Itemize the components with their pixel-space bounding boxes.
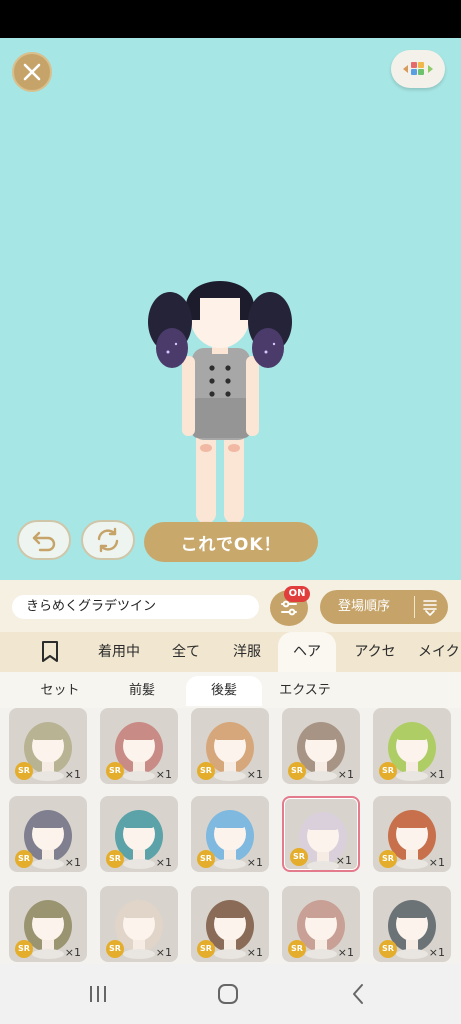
confirm-outfit-button[interactable]: これでOK！: [144, 522, 318, 562]
close-button[interactable]: [12, 52, 52, 92]
hair-item-card[interactable]: SR ×1: [191, 886, 269, 962]
item-quantity: ×1: [155, 856, 172, 869]
hair-item-card[interactable]: SR ×1: [100, 886, 178, 962]
rotate-button[interactable]: [81, 520, 135, 560]
rarity-badge: SR: [290, 848, 308, 866]
rarity-badge: SR: [288, 762, 306, 780]
sort-label: 登場順序: [338, 599, 391, 614]
rarity-badge: SR: [379, 850, 397, 868]
recent-apps-button[interactable]: [78, 980, 118, 1008]
category-tabs: 着用中 全て 洋服 ヘア アクセ メイク: [0, 632, 461, 672]
rarity-badge: SR: [197, 850, 215, 868]
item-quantity: ×1: [428, 946, 445, 959]
item-quantity: ×1: [64, 946, 81, 959]
subtab-bangs[interactable]: 前髪: [106, 676, 178, 706]
rarity-badge: SR: [197, 940, 215, 958]
tab-bookmark[interactable]: [30, 632, 70, 672]
avatar-character: [148, 281, 292, 531]
hair-item-card[interactable]: SR ×1: [373, 886, 451, 962]
hair-item-card[interactable]: SR ×1: [373, 796, 451, 872]
hair-item-card[interactable]: SR ×1: [9, 796, 87, 872]
filter-on-badge: ON: [284, 586, 310, 602]
back-button[interactable]: [338, 980, 378, 1008]
home-icon: [218, 984, 238, 1004]
back-icon: [353, 984, 363, 1004]
palette-button[interactable]: [391, 50, 445, 88]
item-quantity: ×1: [337, 768, 354, 781]
tab-clothes[interactable]: 洋服: [222, 632, 272, 672]
hair-item-card[interactable]: SR ×1: [282, 796, 360, 872]
system-nav-bar: [0, 964, 461, 1024]
hair-item-card[interactable]: SR ×1: [9, 886, 87, 962]
rarity-badge: SR: [288, 940, 306, 958]
sort-icon: [423, 600, 437, 616]
hair-item-card[interactable]: SR ×1: [191, 708, 269, 784]
sort-divider: [414, 596, 415, 618]
item-quantity: ×1: [64, 768, 81, 781]
rarity-badge: SR: [15, 762, 33, 780]
hair-item-card[interactable]: SR ×1: [282, 708, 360, 784]
recent-apps-icon: [90, 986, 106, 1002]
tab-makeup[interactable]: メイク: [418, 632, 461, 672]
item-quantity: ×1: [64, 856, 81, 869]
item-grid: SR ×1 SR ×1 SR ×1 SR ×1 SR ×1 SR ×1 SR ×1 SR ×1 SR ×1 SR ×1…: [0, 708, 461, 964]
hair-item-card[interactable]: SR ×1: [100, 796, 178, 872]
item-name-field[interactable]: きらめくグラデツイン: [12, 595, 259, 619]
rarity-badge: SR: [106, 850, 124, 868]
item-quantity: ×1: [428, 856, 445, 869]
rarity-badge: SR: [15, 850, 33, 868]
tab-wearing[interactable]: 着用中: [88, 632, 150, 672]
hair-item-card[interactable]: SR ×1: [282, 886, 360, 962]
tab-accessory[interactable]: アクセ: [344, 632, 406, 672]
palette-icon: [403, 62, 433, 75]
sort-button[interactable]: 登場順序: [320, 590, 448, 624]
hair-item-card[interactable]: SR ×1: [100, 708, 178, 784]
subtab-back-hair[interactable]: 後髪: [186, 676, 262, 706]
bookmark-icon: [42, 641, 58, 662]
item-quantity: ×1: [335, 854, 352, 867]
rarity-badge: SR: [106, 940, 124, 958]
rarity-badge: SR: [197, 762, 215, 780]
item-quantity: ×1: [246, 856, 263, 869]
rarity-badge: SR: [106, 762, 124, 780]
tab-all[interactable]: 全て: [162, 632, 210, 672]
undo-icon: [32, 531, 56, 552]
rarity-badge: SR: [15, 940, 33, 958]
home-button[interactable]: [208, 980, 248, 1008]
item-quantity: ×1: [428, 768, 445, 781]
status-bar: [0, 0, 461, 38]
item-quantity: ×1: [246, 946, 263, 959]
rarity-badge: SR: [379, 940, 397, 958]
close-icon: [23, 63, 41, 81]
subtab-extension[interactable]: エクステ: [268, 676, 342, 706]
hair-subtabs: セット 前髪 後髪 エクステ: [0, 672, 461, 708]
item-toolbar: きらめくグラデツイン ON 登場順序: [0, 580, 461, 632]
undo-button[interactable]: [17, 520, 71, 560]
item-quantity: ×1: [246, 768, 263, 781]
hair-item-card[interactable]: SR ×1: [191, 796, 269, 872]
subtab-set[interactable]: セット: [14, 676, 106, 706]
rarity-badge: SR: [379, 762, 397, 780]
rotate-icon: [97, 527, 119, 553]
item-quantity: ×1: [155, 946, 172, 959]
item-quantity: ×1: [155, 768, 172, 781]
item-quantity: ×1: [337, 946, 354, 959]
hair-item-card[interactable]: SR ×1: [9, 708, 87, 784]
hair-item-card[interactable]: SR ×1: [373, 708, 451, 784]
avatar-stage: これでOK！: [0, 38, 461, 580]
tab-hair[interactable]: ヘア: [278, 632, 336, 672]
